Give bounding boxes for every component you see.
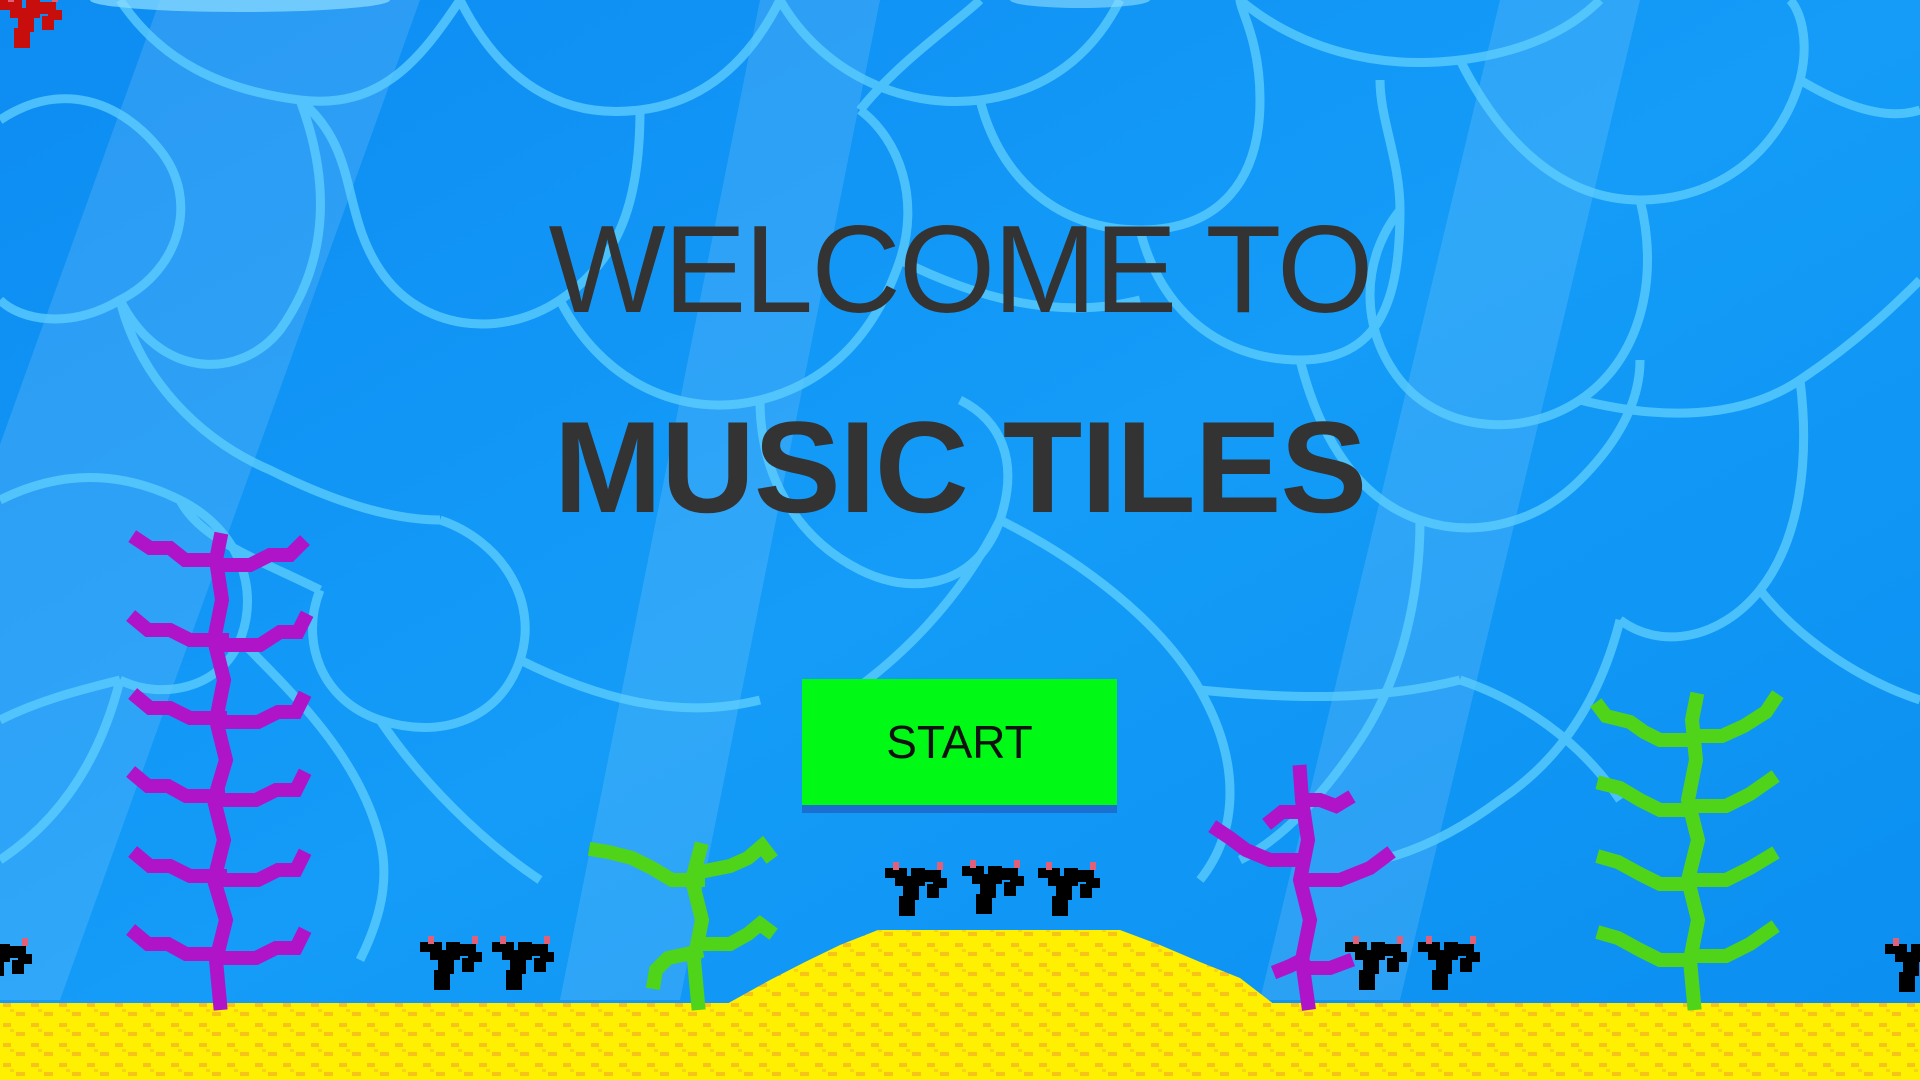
title-welcome: WELCOME TO xyxy=(548,201,1374,339)
underwater-background xyxy=(0,0,1920,1080)
title-game-name: MUSIC TILES xyxy=(553,394,1367,540)
sand-floor xyxy=(0,1003,1920,1080)
start-button[interactable]: START xyxy=(802,679,1117,813)
